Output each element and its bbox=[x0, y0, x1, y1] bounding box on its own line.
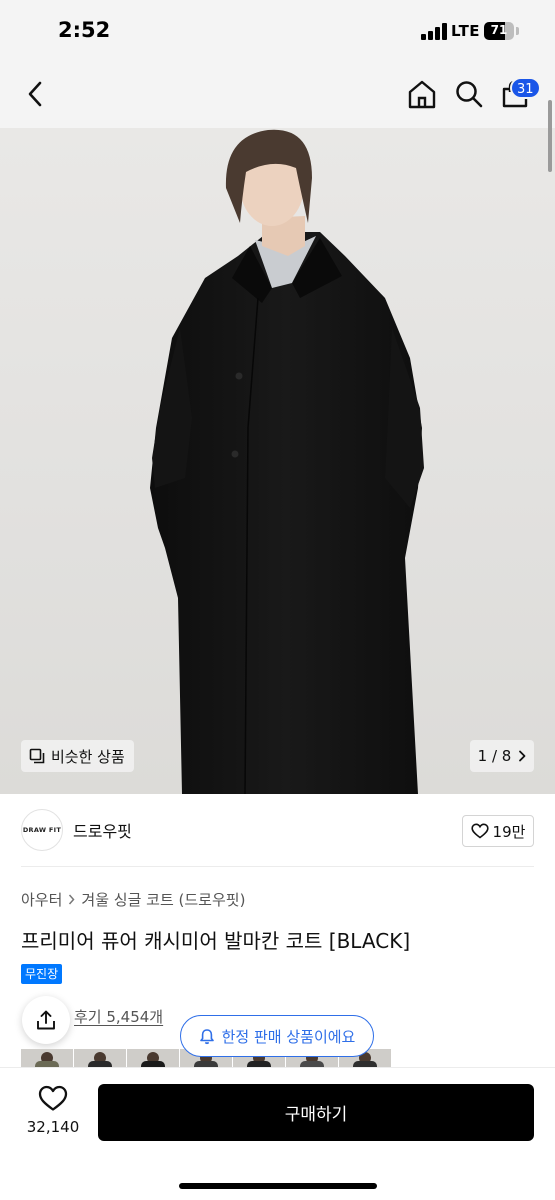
home-button[interactable] bbox=[404, 76, 440, 112]
search-button[interactable] bbox=[451, 76, 487, 112]
review-link[interactable]: 후기 5,454개 bbox=[74, 1006, 163, 1027]
chevron-right-icon bbox=[519, 750, 526, 762]
share-button[interactable] bbox=[22, 996, 70, 1044]
product-title: 프리미어 퓨어 캐시미어 발마칸 코트 [BLACK] bbox=[21, 929, 411, 953]
battery-icon: 71 bbox=[484, 22, 514, 40]
brand-name[interactable]: 드로우핏 bbox=[73, 818, 132, 842]
brand-like-button[interactable]: 19만 bbox=[462, 815, 534, 847]
breadcrumb: 아우터 겨울 싱글 코트 (드로우핏) bbox=[21, 889, 245, 910]
wishlist-count: 32,140 bbox=[26, 1118, 80, 1136]
status-time: 2:52 bbox=[58, 18, 111, 42]
product-image[interactable] bbox=[0, 128, 555, 794]
review-thumbnail[interactable] bbox=[74, 1049, 126, 1067]
brand-logo[interactable]: DRAW FIT bbox=[21, 809, 63, 851]
similar-products-button[interactable]: 비슷한 상품 bbox=[21, 740, 134, 772]
breadcrumb-subcategory[interactable]: 겨울 싱글 코트 (드로우핏) bbox=[81, 889, 245, 910]
back-button[interactable] bbox=[18, 76, 54, 112]
brand-row[interactable]: DRAW FIT 드로우핏 19만 bbox=[0, 794, 555, 868]
free-shipping-badge: 무진장 bbox=[21, 964, 63, 984]
signal-icon bbox=[421, 23, 447, 40]
bell-icon bbox=[199, 1028, 214, 1044]
buy-button[interactable]: 구매하기 bbox=[98, 1084, 534, 1141]
page-indicator-text: 1 / 8 bbox=[477, 747, 512, 765]
similar-products-label: 비슷한 상품 bbox=[51, 747, 125, 766]
chevron-right-icon bbox=[69, 894, 75, 905]
search-icon bbox=[456, 81, 483, 108]
chevron-left-icon bbox=[28, 81, 42, 107]
battery-tip bbox=[516, 27, 519, 35]
heart-icon bbox=[38, 1085, 68, 1111]
divider bbox=[21, 866, 534, 867]
heart-icon bbox=[470, 823, 489, 839]
scroll-indicator[interactable] bbox=[548, 100, 552, 172]
model-photo bbox=[150, 129, 424, 794]
limited-sale-notice[interactable]: 한정 판매 상품이에요 bbox=[180, 1015, 374, 1057]
image-page-indicator[interactable]: 1 / 8 bbox=[470, 740, 534, 772]
network-label: LTE bbox=[451, 22, 481, 40]
copy-icon bbox=[29, 748, 45, 764]
share-icon bbox=[37, 1010, 55, 1030]
home-icon bbox=[408, 80, 436, 109]
status-bar: 2:52 LTE 71 bbox=[0, 0, 555, 62]
cart-count-badge: 31 bbox=[510, 77, 541, 99]
battery-level: 71 bbox=[490, 23, 508, 37]
review-thumbnail[interactable] bbox=[127, 1049, 179, 1067]
limited-sale-label: 한정 판매 상품이에요 bbox=[221, 1027, 356, 1046]
bottom-action-bar: 32,140 구매하기 bbox=[0, 1067, 555, 1200]
review-thumbnail[interactable] bbox=[21, 1049, 73, 1067]
home-indicator bbox=[179, 1183, 377, 1189]
wishlist-button[interactable]: 32,140 bbox=[22, 1085, 84, 1155]
brand-like-count: 19만 bbox=[492, 822, 526, 841]
top-nav bbox=[0, 62, 555, 128]
breadcrumb-category[interactable]: 아우터 bbox=[21, 889, 62, 910]
